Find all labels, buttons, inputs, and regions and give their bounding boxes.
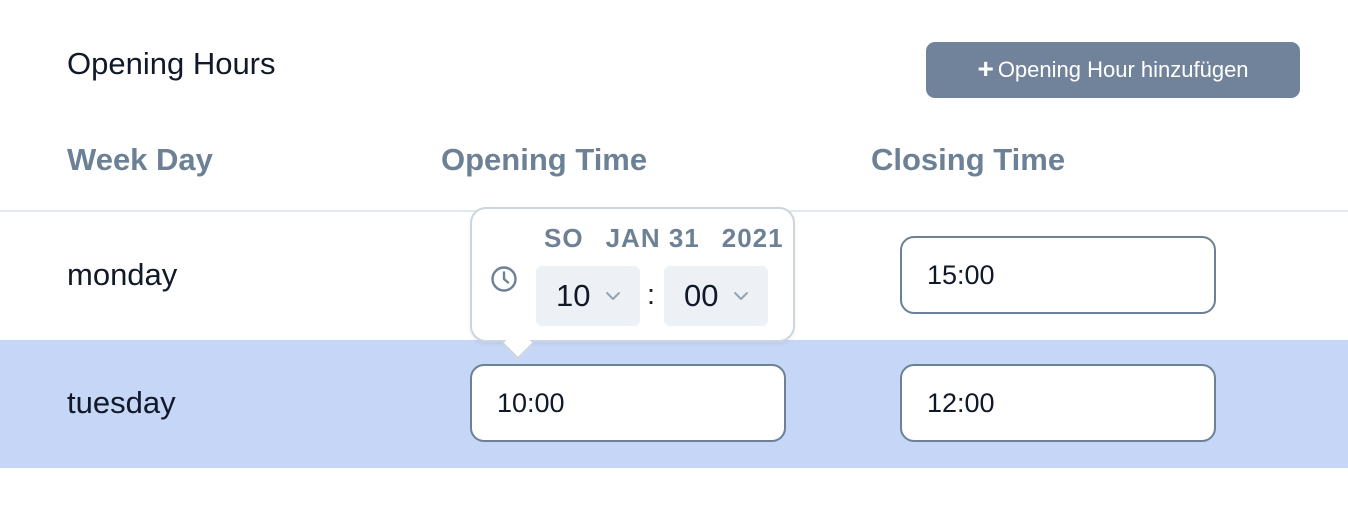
- time-picker-weekday: SO: [544, 223, 584, 253]
- hour-select[interactable]: 10: [536, 266, 640, 326]
- time-picker-month-day: JAN 31: [605, 223, 700, 253]
- opening-hours-page: Opening Hours + Opening Hour hinzufügen …: [0, 0, 1348, 514]
- week-day-cell: tuesday: [67, 385, 176, 420]
- time-picker-year: 2021: [721, 223, 784, 253]
- column-header-week-day: Week Day: [67, 142, 213, 177]
- time-picker-date: SO JAN 31 2021: [544, 223, 784, 254]
- closing-time-input[interactable]: 15:00: [900, 236, 1216, 314]
- add-opening-hour-button[interactable]: + Opening Hour hinzufügen: [926, 42, 1300, 98]
- minute-value: 00: [684, 278, 719, 313]
- opening-time-input[interactable]: 10:00: [470, 364, 786, 442]
- hour-value: 10: [556, 278, 591, 313]
- time-separator: :: [647, 279, 656, 311]
- column-header-opening-time: Opening Time: [441, 142, 648, 177]
- page-title: Opening Hours: [67, 46, 276, 81]
- clock-icon: [491, 266, 517, 292]
- plus-icon: +: [977, 53, 994, 84]
- chevron-down-icon: [606, 292, 620, 300]
- closing-time-input[interactable]: 12:00: [900, 364, 1216, 442]
- table-row[interactable]: tuesday 10:00 12:00: [0, 340, 1348, 468]
- time-picker-popover: SO JAN 31 2021 10 : 00: [470, 207, 795, 342]
- add-opening-hour-label: Opening Hour hinzufügen: [997, 57, 1249, 82]
- chevron-down-icon: [734, 292, 748, 300]
- minute-select[interactable]: 00: [664, 266, 768, 326]
- column-header-closing-time: Closing Time: [871, 142, 1066, 177]
- week-day-cell: monday: [67, 257, 178, 292]
